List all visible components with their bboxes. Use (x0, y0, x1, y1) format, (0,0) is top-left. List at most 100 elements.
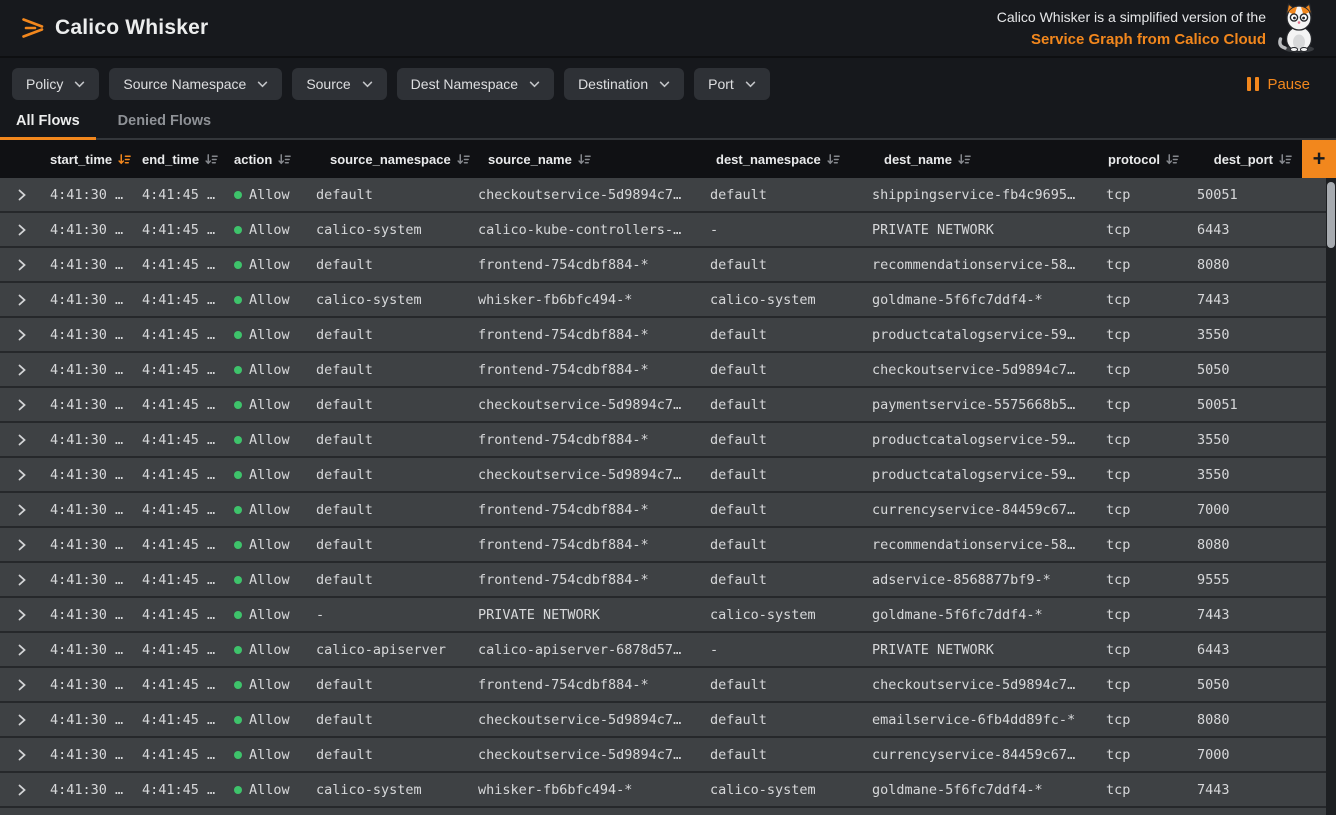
table-row[interactable]: 4:41:30 … 4:41:45 … Allow calico-system … (0, 213, 1336, 248)
allow-status-dot (234, 471, 242, 479)
cell-action: Allow (228, 607, 310, 623)
cell-source-name: whisker-fb6bfc494-* (472, 782, 704, 798)
table-row[interactable]: 4:41:30 … 4:41:45 … Allow calico-apiserv… (0, 633, 1336, 668)
cell-dest-port: 7000 (1189, 747, 1302, 763)
cell-dest-port: 9555 (1189, 572, 1302, 588)
filter-destination-label: Destination (578, 76, 648, 92)
column-header-action[interactable]: action (228, 152, 310, 167)
cell-protocol: tcp (1094, 257, 1189, 273)
row-expand-toggle[interactable] (0, 318, 44, 351)
table-row[interactable]: 4:41:30 … 4:41:45 … Allow default fronte… (0, 563, 1336, 598)
column-header-end-time[interactable]: end_time (136, 152, 228, 167)
row-expand-toggle[interactable] (0, 738, 44, 771)
row-expand-toggle[interactable] (0, 493, 44, 526)
partial-row (0, 808, 1336, 815)
row-expand-toggle[interactable] (0, 458, 44, 491)
table-row[interactable]: 4:41:30 … 4:41:45 … Allow calico-system … (0, 283, 1336, 318)
row-expand-toggle[interactable] (0, 528, 44, 561)
cell-dest-name: productcatalogservice-59… (866, 327, 1094, 343)
cell-source-name: frontend-754cdbf884-* (472, 572, 704, 588)
cell-dest-name: currencyservice-84459c67… (866, 747, 1094, 763)
action-label: Allow (249, 187, 290, 203)
pause-button[interactable]: Pause (1241, 75, 1324, 94)
table-row[interactable]: 4:41:30 … 4:41:45 … Allow default fronte… (0, 423, 1336, 458)
row-expand-toggle[interactable] (0, 283, 44, 316)
filter-policy[interactable]: Policy (12, 68, 99, 100)
sort-icon (958, 153, 971, 166)
cell-dest-namespace: calico-system (704, 292, 866, 308)
row-expand-toggle[interactable] (0, 703, 44, 736)
table-row[interactable]: 4:41:30 … 4:41:45 … Allow calico-system … (0, 773, 1336, 808)
row-expand-toggle[interactable] (0, 353, 44, 386)
cell-source-namespace: - (310, 607, 472, 623)
cell-source-name: checkoutservice-5d9894c7… (472, 747, 704, 763)
table-row[interactable]: 4:41:30 … 4:41:45 … Allow default checko… (0, 388, 1336, 423)
cell-source-name: frontend-754cdbf884-* (472, 362, 704, 378)
table-row[interactable]: 4:41:30 … 4:41:45 … Allow default fronte… (0, 528, 1336, 563)
add-column-button[interactable]: + (1302, 140, 1336, 178)
filter-source-namespace-label: Source Namespace (123, 76, 246, 92)
cell-protocol: tcp (1094, 642, 1189, 658)
cell-dest-port: 50051 (1189, 397, 1302, 413)
cell-protocol: tcp (1094, 432, 1189, 448)
table-row[interactable]: 4:41:30 … 4:41:45 … Allow default fronte… (0, 353, 1336, 388)
cell-source-name: whisker-fb6bfc494-* (472, 292, 704, 308)
cell-end-time: 4:41:45 … (136, 712, 228, 728)
filter-port[interactable]: Port (694, 68, 770, 100)
cell-action: Allow (228, 502, 310, 518)
filter-destination[interactable]: Destination (564, 68, 684, 100)
table-row[interactable]: 4:41:30 … 4:41:45 … Allow default fronte… (0, 493, 1336, 528)
table-row[interactable]: 4:41:30 … 4:41:45 … Allow - PRIVATE NETW… (0, 598, 1336, 633)
allow-status-dot (234, 296, 242, 304)
table-row[interactable]: 4:41:30 … 4:41:45 … Allow default checko… (0, 458, 1336, 493)
table-row[interactable]: 4:41:30 … 4:41:45 … Allow default checko… (0, 178, 1336, 213)
cell-dest-name: goldmane-5f6fc7ddf4-* (866, 292, 1094, 308)
table-row[interactable]: 4:41:30 … 4:41:45 … Allow default fronte… (0, 318, 1336, 353)
column-header-source-namespace[interactable]: source_namespace (310, 152, 472, 167)
cell-dest-namespace: default (704, 187, 866, 203)
chevron-down-icon (362, 81, 373, 88)
tagline: Calico Whisker is a simplified version o… (997, 6, 1266, 51)
vertical-scrollbar[interactable] (1326, 178, 1336, 815)
cell-start-time: 4:41:30 … (44, 642, 136, 658)
table-row[interactable]: 4:41:30 … 4:41:45 … Allow default fronte… (0, 668, 1336, 703)
cell-dest-port: 7443 (1189, 782, 1302, 798)
tab-denied-flows[interactable]: Denied Flows (118, 113, 211, 138)
column-header-source-name[interactable]: source_name (472, 152, 704, 167)
cell-dest-namespace: default (704, 362, 866, 378)
row-expand-toggle[interactable] (0, 633, 44, 666)
column-header-protocol[interactable]: protocol (1094, 152, 1189, 167)
column-header-dest-port[interactable]: dest_port (1189, 152, 1302, 167)
table-row[interactable]: 4:41:30 … 4:41:45 … Allow default fronte… (0, 248, 1336, 283)
cell-end-time: 4:41:45 … (136, 397, 228, 413)
cell-dest-namespace: default (704, 572, 866, 588)
table-row[interactable]: 4:41:30 … 4:41:45 … Allow default checko… (0, 703, 1336, 738)
filter-dest-namespace[interactable]: Dest Namespace (397, 68, 554, 100)
column-header-start-time[interactable]: start_time (44, 152, 136, 167)
table-row[interactable]: 4:41:30 … 4:41:45 … Allow default checko… (0, 738, 1336, 773)
cell-source-namespace: default (310, 747, 472, 763)
cell-action: Allow (228, 782, 310, 798)
row-expand-toggle[interactable] (0, 248, 44, 281)
scrollbar-thumb[interactable] (1327, 182, 1335, 248)
row-expand-toggle[interactable] (0, 668, 44, 701)
row-expand-toggle[interactable] (0, 178, 44, 211)
row-expand-toggle[interactable] (0, 773, 44, 806)
chevron-down-icon (745, 81, 756, 88)
filter-source[interactable]: Source (292, 68, 386, 100)
row-expand-toggle[interactable] (0, 598, 44, 631)
row-expand-toggle[interactable] (0, 213, 44, 246)
column-header-dest-namespace[interactable]: dest_namespace (704, 152, 866, 167)
row-expand-toggle[interactable] (0, 423, 44, 456)
tab-all-flows[interactable]: All Flows (16, 113, 80, 138)
column-header-dest-name[interactable]: dest_name (866, 152, 1094, 167)
row-expand-toggle[interactable] (0, 388, 44, 421)
action-label: Allow (249, 782, 290, 798)
cell-dest-namespace: calico-system (704, 607, 866, 623)
sort-icon (1166, 153, 1179, 166)
row-expand-toggle[interactable] (0, 563, 44, 596)
filter-source-namespace[interactable]: Source Namespace (109, 68, 282, 100)
service-graph-link[interactable]: Service Graph from Calico Cloud (997, 29, 1266, 51)
column-label: action (234, 152, 272, 167)
cell-start-time: 4:41:30 … (44, 187, 136, 203)
